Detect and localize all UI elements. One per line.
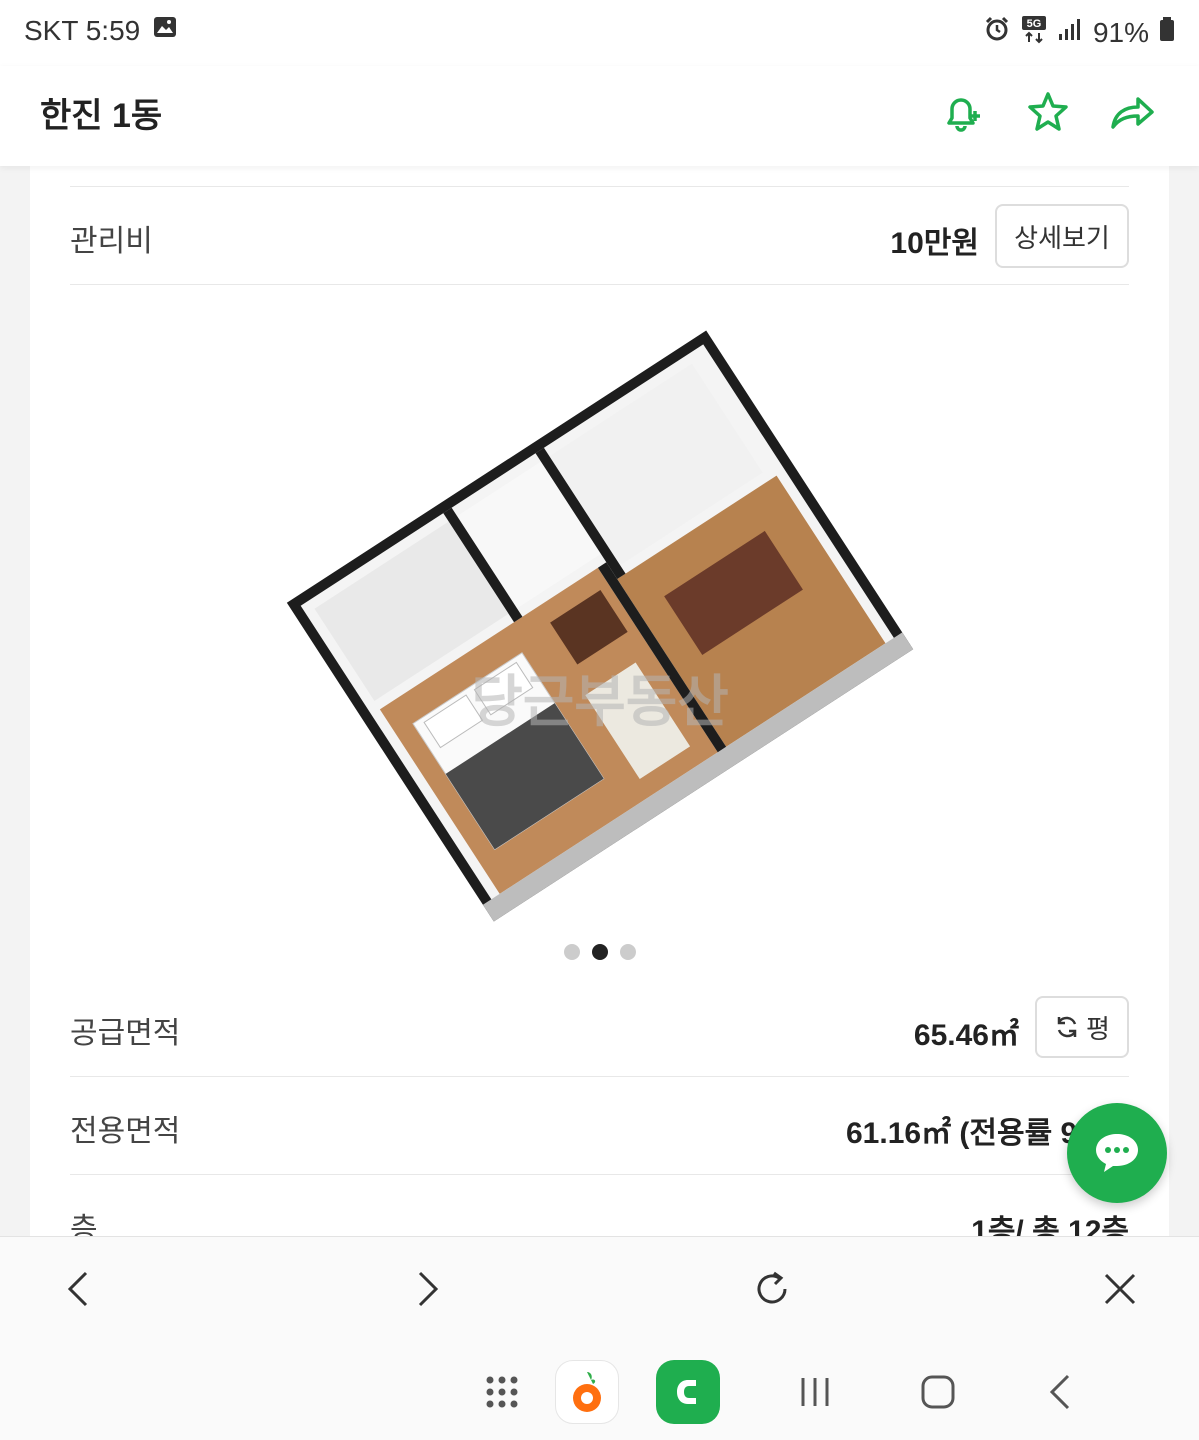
notify-add-button[interactable] <box>934 84 990 140</box>
carrier-time: SKT 5:59 <box>24 14 141 46</box>
status-bar: SKT 5:59 5G 91% <box>0 0 1199 66</box>
supply-area-value: 65.46㎡ <box>913 1019 1019 1052</box>
browser-forward-button[interactable] <box>400 1263 452 1315</box>
system-back-button[interactable] <box>1030 1360 1094 1424</box>
network-5g-icon: 5G <box>1021 14 1047 51</box>
app-header: 한진 1동 <box>0 66 1199 166</box>
home-button[interactable] <box>906 1360 970 1424</box>
browser-reload-button[interactable] <box>746 1263 798 1315</box>
listing-detail-card: 관리비 10만원 상세보기 당근부동산 공급면적 65.46㎡ 평 전용면적 6… <box>30 166 1169 1236</box>
unit-convert-button[interactable]: 평 <box>1035 996 1129 1058</box>
star-icon <box>1028 92 1068 131</box>
floorplan-illustration: 당근부동산 <box>286 330 914 922</box>
share-icon <box>1111 97 1154 129</box>
alarm-icon <box>983 15 1011 50</box>
browser-back-button[interactable] <box>54 1263 106 1315</box>
karrot-app-button[interactable] <box>555 1360 619 1424</box>
maintenance-detail-button[interactable]: 상세보기 <box>995 204 1129 268</box>
back-icon <box>67 1271 88 1307</box>
divider <box>70 284 1129 285</box>
watermark: 당근부동산 <box>471 670 729 735</box>
divider <box>70 186 1129 187</box>
status-right: 5G 91% <box>983 14 1175 51</box>
bell-plus-icon <box>947 98 980 132</box>
maintenance-detail-label: 상세보기 <box>1014 222 1110 253</box>
kakaotalk-app-icon <box>677 1380 696 1404</box>
divider <box>70 1174 1129 1175</box>
apps-grid-button[interactable] <box>470 1360 534 1424</box>
floor-value: 1층/ 총 12층 <box>971 1215 1129 1236</box>
system-navigation-bar <box>0 1340 1199 1440</box>
close-icon <box>1104 1273 1136 1305</box>
kakaotalk-app-button[interactable] <box>656 1360 720 1424</box>
home-icon <box>921 1375 955 1409</box>
system-back-icon <box>1049 1374 1070 1410</box>
apps-grid-icon <box>486 1376 518 1408</box>
share-button[interactable] <box>1104 84 1160 140</box>
page-dot[interactable] <box>563 944 580 960</box>
chat-bubble-icon <box>1096 1134 1138 1172</box>
browser-close-button[interactable] <box>1094 1263 1146 1315</box>
chat-button[interactable] <box>1067 1103 1167 1203</box>
maintenance-value: 10만원 <box>890 227 979 260</box>
network-label: 5G <box>1027 18 1042 30</box>
exclusive-area-label: 전용면적 <box>70 1115 181 1148</box>
recents-icon <box>801 1378 829 1406</box>
gallery-notification-icon <box>152 14 178 47</box>
battery-icon <box>1159 16 1175 49</box>
floorplan-image[interactable]: 당근부동산 <box>280 326 920 926</box>
floor-label: 층 <box>70 1213 98 1236</box>
page-title: 한진 1동 <box>40 97 163 135</box>
reload-icon <box>757 1271 787 1304</box>
page-dot-active[interactable] <box>591 944 608 960</box>
page-dot[interactable] <box>619 944 636 960</box>
exclusive-area-value: 61.16㎡ (전용률 9 <box>846 1117 1078 1150</box>
forward-icon <box>418 1271 439 1307</box>
maintenance-label: 관리비 <box>70 225 153 258</box>
favorite-button[interactable] <box>1020 84 1076 140</box>
battery-level: 91% <box>1092 16 1149 48</box>
browser-toolbar <box>0 1236 1199 1340</box>
gallery-pagination <box>30 944 1169 960</box>
recents-button[interactable] <box>783 1360 847 1424</box>
supply-area-label: 공급면적 <box>70 1017 181 1050</box>
karrot-app-icon <box>573 1372 601 1412</box>
divider <box>70 1076 1129 1077</box>
refresh-convert-icon <box>1057 1016 1077 1038</box>
status-left: SKT 5:59 <box>24 14 178 47</box>
signal-icon <box>1057 16 1083 49</box>
unit-convert-label: 평 <box>1086 1013 1110 1044</box>
